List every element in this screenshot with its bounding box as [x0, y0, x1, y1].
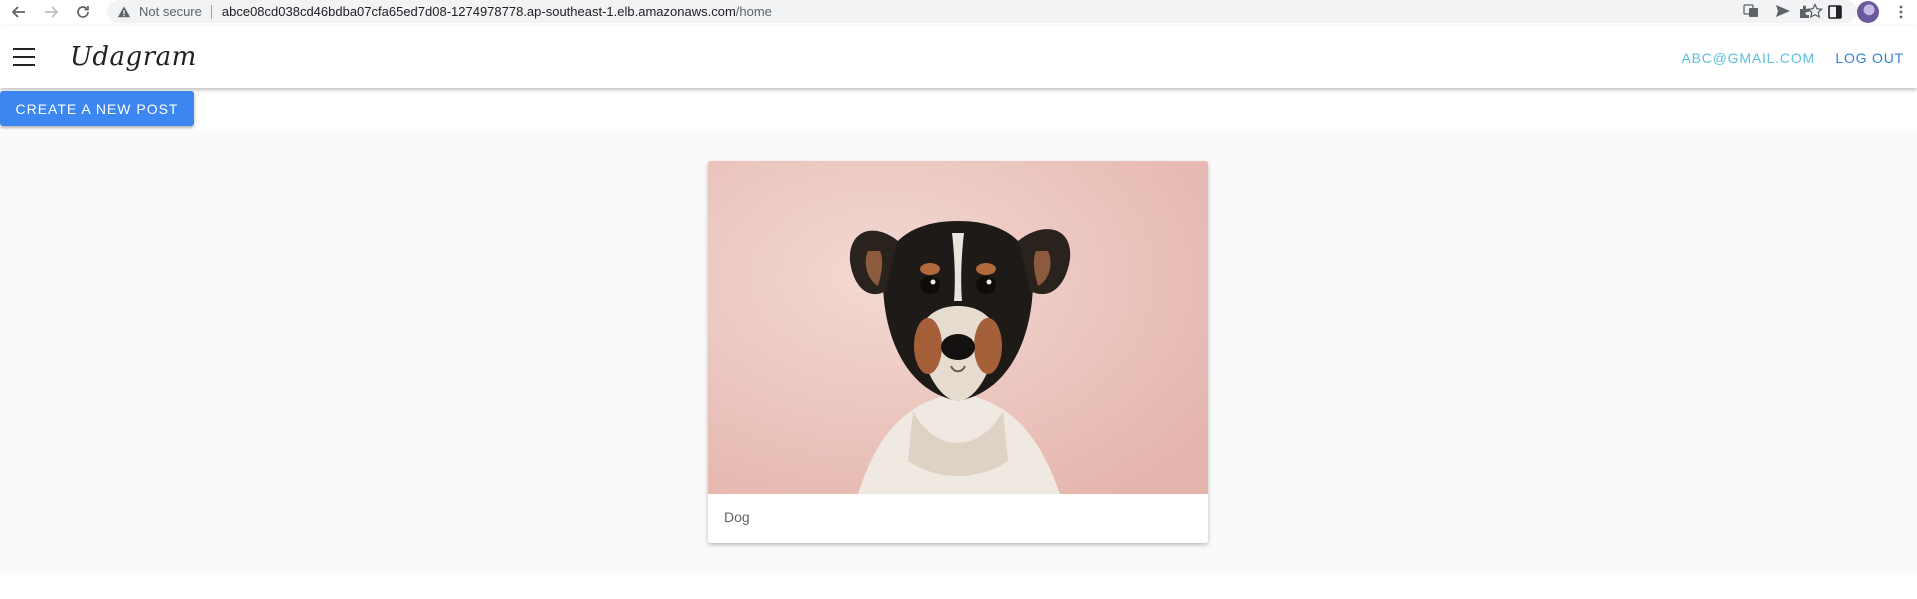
send-icon[interactable]	[1775, 3, 1791, 19]
url-host: abce08cd038cd46bdba07cfa65ed7d08-1274978…	[221, 4, 736, 19]
feed: Dog	[0, 131, 1917, 573]
create-post-button[interactable]: CREATE A NEW POST	[0, 91, 194, 126]
app-bar: Udagram ABC@GMAIL.COM LOG OUT	[0, 26, 1917, 88]
address-bar[interactable]: Not secure abce08cd038cd46bdba07cfa65ed7…	[107, 0, 1857, 23]
menu-icon[interactable]	[13, 48, 35, 66]
security-label[interactable]: Not secure	[139, 4, 202, 19]
warning-icon	[117, 5, 131, 17]
post-card: Dog	[708, 161, 1208, 543]
side-panel-icon[interactable]	[1827, 4, 1843, 20]
translate-icon[interactable]	[1743, 3, 1759, 19]
dog-photo	[708, 161, 1208, 494]
kebab-menu-icon[interactable]	[1893, 4, 1909, 20]
user-email-link[interactable]: ABC@GMAIL.COM	[1681, 50, 1815, 66]
profile-avatar[interactable]	[1857, 1, 1879, 23]
arrow-left-icon	[11, 6, 25, 18]
puzzle-icon[interactable]	[1797, 4, 1813, 20]
reload-button[interactable]	[70, 0, 96, 24]
url-path: /home	[735, 4, 772, 19]
browser-extensions	[1797, 1, 1909, 23]
arrow-right-icon	[45, 6, 59, 18]
browser-toolbar: Not secure abce08cd038cd46bdba07cfa65ed7…	[0, 0, 1917, 24]
brand-logo[interactable]: Udagram	[70, 42, 197, 72]
reload-icon	[77, 6, 89, 18]
address-separator	[210, 4, 212, 19]
forward-button[interactable]	[38, 0, 64, 24]
back-button[interactable]	[6, 0, 32, 24]
post-image	[708, 161, 1208, 494]
post-caption: Dog	[724, 509, 750, 525]
logout-button[interactable]: LOG OUT	[1835, 50, 1904, 66]
